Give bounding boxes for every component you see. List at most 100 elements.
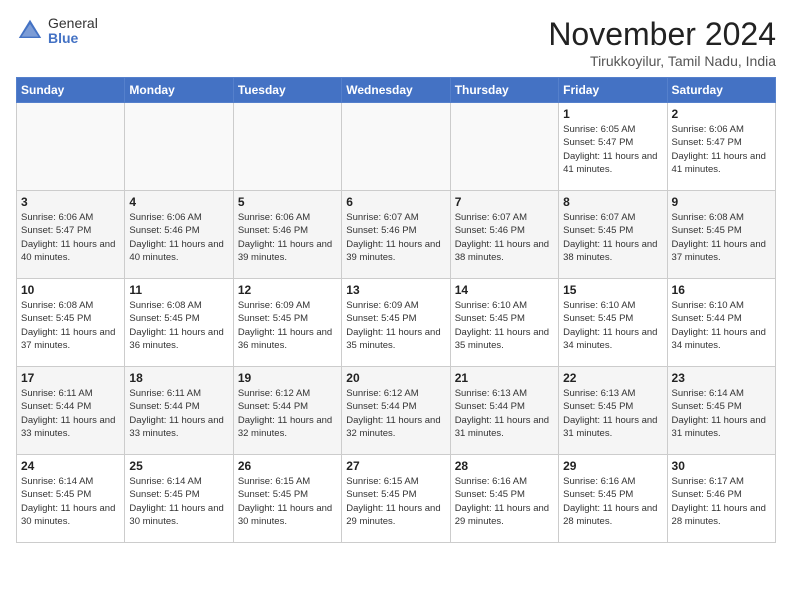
day-number: 5	[238, 195, 337, 209]
logo: General Blue	[16, 16, 98, 47]
day-cell: 12 Sunrise: 6:09 AM Sunset: 5:45 PM Dayli…	[233, 279, 341, 367]
day-cell: 23Sunrise: 6:14 AM Sunset: 5:45 PM Dayli…	[667, 367, 775, 455]
day-info: Sunrise: 6:11 AM Sunset: 5:44 PM Dayligh…	[21, 387, 120, 440]
day-cell: 13 Sunrise: 6:09 AM Sunset: 5:45 PM Dayli…	[342, 279, 450, 367]
day-number: 7	[455, 195, 554, 209]
day-number: 16	[672, 283, 771, 297]
day-cell	[17, 103, 125, 191]
day-number: 25	[129, 459, 228, 473]
day-cell: 19 Sunrise: 6:12 AM Sunset: 5:44 PM Dayli…	[233, 367, 341, 455]
day-cell: 22 Sunrise: 6:13 AM Sunset: 5:45 PM Dayli…	[559, 367, 667, 455]
day-number: 22	[563, 371, 662, 385]
day-number: 30	[672, 459, 771, 473]
day-info: Sunrise: 6:10 AM Sunset: 5:45 PM Dayligh…	[455, 299, 554, 352]
day-number: 15	[563, 283, 662, 297]
day-cell: 10Sunrise: 6:08 AM Sunset: 5:45 PM Dayli…	[17, 279, 125, 367]
day-number: 13	[346, 283, 445, 297]
day-info: Sunrise: 6:10 AM Sunset: 5:45 PM Dayligh…	[563, 299, 662, 352]
day-number: 20	[346, 371, 445, 385]
day-cell: 4Sunrise: 6:06 AM Sunset: 5:46 PM Daylig…	[125, 191, 233, 279]
week-row-2: 10Sunrise: 6:08 AM Sunset: 5:45 PM Dayli…	[17, 279, 776, 367]
logo-blue: Blue	[48, 31, 98, 46]
day-info: Sunrise: 6:08 AM Sunset: 5:45 PM Dayligh…	[672, 211, 771, 264]
day-number: 23	[672, 371, 771, 385]
day-info: Sunrise: 6:07 AM Sunset: 5:45 PM Dayligh…	[563, 211, 662, 264]
day-number: 12	[238, 283, 337, 297]
day-cell: 5 Sunrise: 6:06 AM Sunset: 5:46 PM Daylig…	[233, 191, 341, 279]
page-header: General Blue November 2024 Tirukkoyilur,…	[16, 16, 776, 69]
day-cell	[125, 103, 233, 191]
day-info: Sunrise: 6:06 AM Sunset: 5:47 PM Dayligh…	[21, 211, 120, 264]
week-row-4: 24 Sunrise: 6:14 AM Sunset: 5:45 PM Dayli…	[17, 455, 776, 543]
day-cell: 15 Sunrise: 6:10 AM Sunset: 5:45 PM Dayli…	[559, 279, 667, 367]
day-info: Sunrise: 6:07 AM Sunset: 5:46 PM Dayligh…	[455, 211, 554, 264]
calendar-subtitle: Tirukkoyilur, Tamil Nadu, India	[548, 53, 776, 69]
day-cell: 8 Sunrise: 6:07 AM Sunset: 5:45 PM Daylig…	[559, 191, 667, 279]
header-wednesday: Wednesday	[342, 78, 450, 103]
day-info: Sunrise: 6:17 AM Sunset: 5:46 PM Dayligh…	[672, 475, 771, 528]
day-info: Sunrise: 6:13 AM Sunset: 5:45 PM Dayligh…	[563, 387, 662, 440]
day-number: 24	[21, 459, 120, 473]
day-cell: 1 Sunrise: 6:05 AM Sunset: 5:47 PM Daylig…	[559, 103, 667, 191]
header-saturday: Saturday	[667, 78, 775, 103]
day-number: 14	[455, 283, 554, 297]
header-monday: Monday	[125, 78, 233, 103]
header-tuesday: Tuesday	[233, 78, 341, 103]
header-sunday: Sunday	[17, 78, 125, 103]
day-number: 8	[563, 195, 662, 209]
logo-text: General Blue	[48, 16, 98, 47]
day-cell	[450, 103, 558, 191]
header-friday: Friday	[559, 78, 667, 103]
day-cell: 6Sunrise: 6:07 AM Sunset: 5:46 PM Daylig…	[342, 191, 450, 279]
day-number: 29	[563, 459, 662, 473]
day-info: Sunrise: 6:13 AM Sunset: 5:44 PM Dayligh…	[455, 387, 554, 440]
day-cell: 27 Sunrise: 6:15 AM Sunset: 5:45 PM Dayli…	[342, 455, 450, 543]
day-number: 1	[563, 107, 662, 121]
header-row: Sunday Monday Tuesday Wednesday Thursday…	[17, 78, 776, 103]
day-number: 11	[129, 283, 228, 297]
day-info: Sunrise: 6:09 AM Sunset: 5:45 PM Dayligh…	[238, 299, 337, 352]
day-cell: 18 Sunrise: 6:11 AM Sunset: 5:44 PM Dayli…	[125, 367, 233, 455]
day-number: 17	[21, 371, 120, 385]
day-info: Sunrise: 6:15 AM Sunset: 5:45 PM Dayligh…	[346, 475, 445, 528]
day-cell: 7 Sunrise: 6:07 AM Sunset: 5:46 PM Daylig…	[450, 191, 558, 279]
day-number: 9	[672, 195, 771, 209]
day-info: Sunrise: 6:15 AM Sunset: 5:45 PM Dayligh…	[238, 475, 337, 528]
day-cell	[233, 103, 341, 191]
day-info: Sunrise: 6:16 AM Sunset: 5:45 PM Dayligh…	[563, 475, 662, 528]
day-cell: 25 Sunrise: 6:14 AM Sunset: 5:45 PM Dayli…	[125, 455, 233, 543]
day-number: 28	[455, 459, 554, 473]
day-info: Sunrise: 6:06 AM Sunset: 5:46 PM Dayligh…	[238, 211, 337, 264]
week-row-0: 1 Sunrise: 6:05 AM Sunset: 5:47 PM Daylig…	[17, 103, 776, 191]
day-info: Sunrise: 6:16 AM Sunset: 5:45 PM Dayligh…	[455, 475, 554, 528]
day-number: 19	[238, 371, 337, 385]
day-info: Sunrise: 6:08 AM Sunset: 5:45 PM Dayligh…	[21, 299, 120, 352]
week-row-1: 3 Sunrise: 6:06 AM Sunset: 5:47 PM Daylig…	[17, 191, 776, 279]
day-info: Sunrise: 6:12 AM Sunset: 5:44 PM Dayligh…	[238, 387, 337, 440]
day-cell: 16Sunrise: 6:10 AM Sunset: 5:44 PM Dayli…	[667, 279, 775, 367]
day-cell: 26 Sunrise: 6:15 AM Sunset: 5:45 PM Dayli…	[233, 455, 341, 543]
day-info: Sunrise: 6:11 AM Sunset: 5:44 PM Dayligh…	[129, 387, 228, 440]
title-section: November 2024 Tirukkoyilur, Tamil Nadu, …	[548, 16, 776, 69]
day-number: 4	[129, 195, 228, 209]
logo-general: General	[48, 16, 98, 31]
header-thursday: Thursday	[450, 78, 558, 103]
day-cell: 30 Sunrise: 6:17 AM Sunset: 5:46 PM Dayli…	[667, 455, 775, 543]
day-number: 26	[238, 459, 337, 473]
calendar-title: November 2024	[548, 16, 776, 53]
day-info: Sunrise: 6:09 AM Sunset: 5:45 PM Dayligh…	[346, 299, 445, 352]
day-info: Sunrise: 6:14 AM Sunset: 5:45 PM Dayligh…	[21, 475, 120, 528]
day-info: Sunrise: 6:05 AM Sunset: 5:47 PM Dayligh…	[563, 123, 662, 176]
day-number: 27	[346, 459, 445, 473]
day-cell: 3 Sunrise: 6:06 AM Sunset: 5:47 PM Daylig…	[17, 191, 125, 279]
day-info: Sunrise: 6:12 AM Sunset: 5:44 PM Dayligh…	[346, 387, 445, 440]
day-cell: 28 Sunrise: 6:16 AM Sunset: 5:45 PM Dayli…	[450, 455, 558, 543]
day-cell	[342, 103, 450, 191]
day-info: Sunrise: 6:06 AM Sunset: 5:47 PM Dayligh…	[672, 123, 771, 176]
day-number: 2	[672, 107, 771, 121]
day-info: Sunrise: 6:14 AM Sunset: 5:45 PM Dayligh…	[129, 475, 228, 528]
day-cell: 21Sunrise: 6:13 AM Sunset: 5:44 PM Dayli…	[450, 367, 558, 455]
day-number: 18	[129, 371, 228, 385]
day-number: 3	[21, 195, 120, 209]
day-cell: 20 Sunrise: 6:12 AM Sunset: 5:44 PM Dayli…	[342, 367, 450, 455]
